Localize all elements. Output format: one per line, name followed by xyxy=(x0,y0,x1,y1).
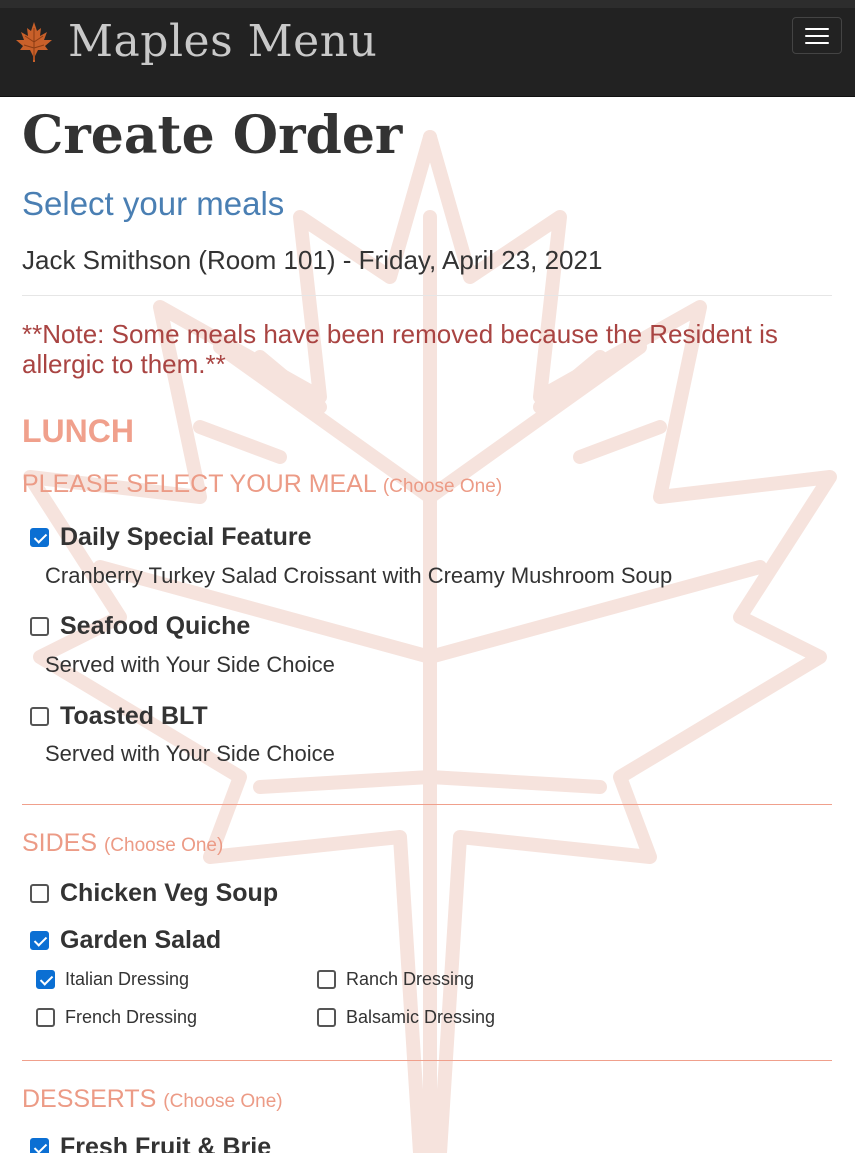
dressing-label: Balsamic Dressing xyxy=(346,1007,496,1027)
meal-option-description: Served with Your Side Choice xyxy=(45,652,335,677)
brand-title: Maples Menu xyxy=(68,16,378,67)
checkbox[interactable] xyxy=(30,617,49,636)
hamburger-menu-icon xyxy=(805,27,829,30)
divider xyxy=(22,295,832,296)
dressing-label: Ranch Dressing xyxy=(346,969,475,989)
meal-heading: LUNCH xyxy=(22,413,134,449)
dressing-label: French Dressing xyxy=(65,1007,198,1027)
brand-link[interactable]: Maples Menu xyxy=(14,20,377,64)
section-divider xyxy=(22,804,832,805)
meal-option-label: Seafood Quiche xyxy=(60,612,251,640)
meal-option-description: Cranberry Turkey Salad Croissant with Cr… xyxy=(45,563,673,588)
dressing-option-ranch[interactable]: Ranch Dressing xyxy=(317,969,474,990)
side-option-label: Chicken Veg Soup xyxy=(60,879,279,907)
maple-leaf-icon xyxy=(16,22,52,62)
checkbox[interactable] xyxy=(30,1138,49,1153)
meal-option-label: Toasted BLT xyxy=(60,702,208,730)
checkbox[interactable] xyxy=(317,1008,336,1027)
choose-one-hint: (Choose One) xyxy=(382,476,503,497)
checkbox[interactable] xyxy=(36,1008,55,1027)
checkbox[interactable] xyxy=(317,970,336,989)
checkbox[interactable] xyxy=(30,707,49,726)
side-option-chicken-veg-soup[interactable]: Chicken Veg Soup xyxy=(30,879,278,908)
navbar: Maples Menu xyxy=(0,0,855,97)
checkbox[interactable] xyxy=(36,970,55,989)
menu-toggle-button[interactable] xyxy=(792,17,842,54)
dressing-label: Italian Dressing xyxy=(65,969,190,989)
page-title: Create Order xyxy=(22,105,403,166)
sides-section-title: SIDES (Choose One) xyxy=(22,829,223,858)
dessert-option-label: Fresh Fruit & Brie xyxy=(60,1133,272,1153)
meal-section-label: PLEASE SELECT YOUR MEAL xyxy=(22,470,376,498)
resident-info: Jack Smithson (Room 101) - Friday, April… xyxy=(22,245,603,275)
desserts-section-label: DESSERTS xyxy=(22,1085,157,1113)
meal-section-title: PLEASE SELECT YOUR MEAL (Choose One) xyxy=(22,470,502,499)
dressing-option-balsamic[interactable]: Balsamic Dressing xyxy=(317,1007,495,1028)
meal-option-seafood-quiche[interactable]: Seafood Quiche xyxy=(30,612,250,641)
checkbox[interactable] xyxy=(30,884,49,903)
dressing-option-french[interactable]: French Dressing xyxy=(36,1007,197,1028)
side-option-garden-salad[interactable]: Garden Salad xyxy=(30,926,221,955)
meal-option-description: Served with Your Side Choice xyxy=(45,741,335,766)
page-subtitle: Select your meals xyxy=(22,185,285,222)
meal-option-toasted-blt[interactable]: Toasted BLT xyxy=(30,702,208,731)
dessert-option-fresh-fruit-brie[interactable]: Fresh Fruit & Brie xyxy=(30,1133,271,1153)
meal-option-daily-special[interactable]: Daily Special Feature xyxy=(30,523,312,552)
checkbox[interactable] xyxy=(30,528,49,547)
sides-section-label: SIDES xyxy=(22,829,98,857)
choose-one-hint: (Choose One) xyxy=(103,835,224,856)
desserts-section-title: DESSERTS (Choose One) xyxy=(22,1085,283,1114)
section-divider xyxy=(22,1060,832,1061)
side-option-label: Garden Salad xyxy=(60,926,222,954)
meal-option-label: Daily Special Feature xyxy=(60,523,312,551)
choose-one-hint: (Choose One) xyxy=(163,1091,283,1112)
checkbox[interactable] xyxy=(30,931,49,950)
allergy-note: **Note: Some meals have been removed bec… xyxy=(22,319,778,379)
dressing-option-italian[interactable]: Italian Dressing xyxy=(36,969,189,990)
